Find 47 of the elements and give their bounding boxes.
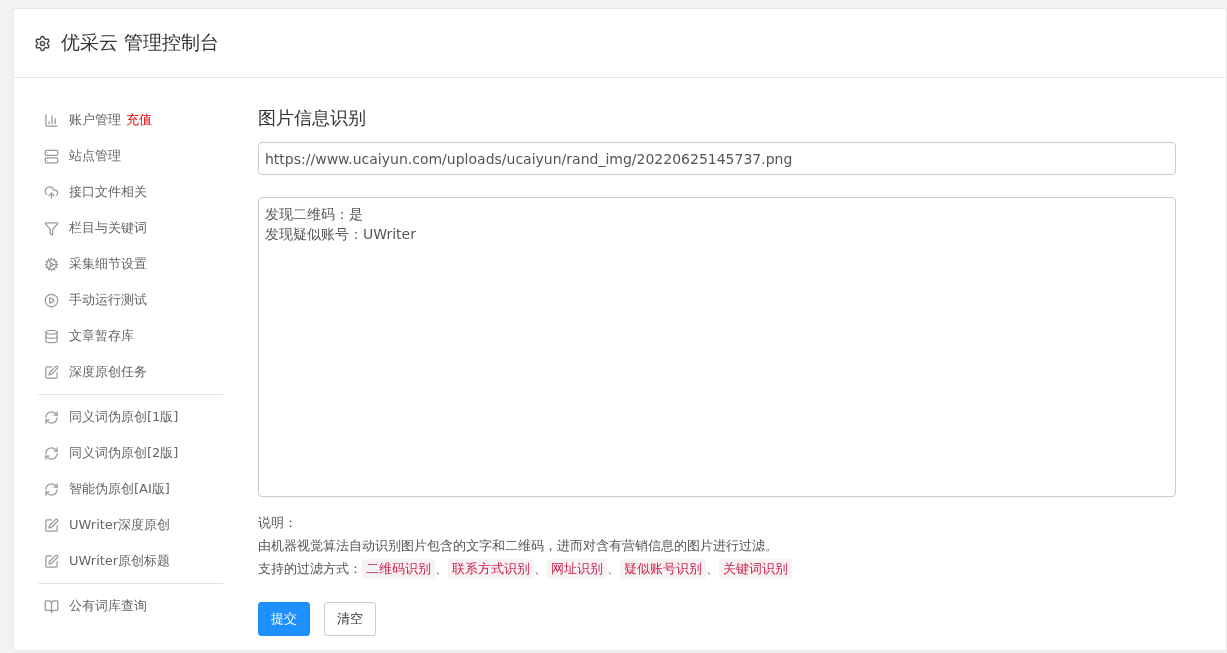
filter-method-tag: 二维码识别	[362, 558, 435, 579]
filter-method-tag: 关键词识别	[719, 558, 792, 579]
refresh-icon	[44, 481, 59, 497]
notes-heading: 说明：	[258, 514, 298, 532]
edit-icon	[44, 364, 59, 380]
cloud-upload-icon	[44, 184, 59, 200]
notes-description: 由机器视觉算法自动识别图片包含的文字和二维码，进而对含有营销信息的图片进行过滤。	[258, 537, 779, 555]
play-icon	[44, 292, 59, 308]
sidebar-item[interactable]: 站点管理	[38, 138, 223, 174]
methods-label: 支持的过滤方式：	[258, 560, 362, 578]
url-input-field[interactable]: https://www.ucaiyun.com/uploads/ucaiyun/rand_img/20220625145737.png	[258, 142, 1176, 175]
console-title: 优采云 管理控制台	[61, 30, 220, 55]
book-icon	[44, 598, 59, 614]
separator-mark: 、	[706, 560, 719, 578]
bar-chart-icon	[44, 112, 59, 128]
section-title: 图片信息识别	[258, 106, 367, 130]
refresh-icon	[44, 445, 59, 461]
sidebar-item[interactable]: UWriter深度原创	[38, 507, 223, 543]
sidebar-item[interactable]: 深度原创任务	[38, 354, 223, 390]
edit-icon	[44, 553, 59, 569]
edit-icon	[44, 517, 59, 533]
sidebar-item[interactable]: 账户管理 充值	[38, 102, 223, 138]
sidebar-item[interactable]: 文章暂存库	[38, 318, 223, 354]
sidebar-item[interactable]: 公有词库查询	[38, 588, 223, 624]
sidebar-item[interactable]: 采集细节设置	[38, 246, 223, 282]
database-icon	[44, 328, 59, 344]
submit-button[interactable]: 提交	[258, 602, 310, 636]
sidebar-item[interactable]: 栏目与关键词	[38, 210, 223, 246]
result-text-area[interactable]: 发现二维码：是 发现疑似账号：UWriter	[258, 197, 1176, 497]
separator-mark: 、	[534, 560, 547, 578]
filter-method-tag: 联系方式识别	[448, 558, 534, 579]
filter-icon	[44, 220, 59, 236]
sidebar-item[interactable]: 同义词伪原创[1版]	[38, 399, 223, 435]
filter-method-tag: 疑似账号识别	[620, 558, 706, 579]
sidebar-item[interactable]: 智能伪原创[AI版]	[38, 471, 223, 507]
separator-mark: 、	[607, 560, 620, 578]
sidebar-item[interactable]: 接口文件相关	[38, 174, 223, 210]
sidebar-item[interactable]: 手动运行测试	[38, 282, 223, 318]
sidebar-item[interactable]: 同义词伪原创[2版]	[38, 435, 223, 471]
gears-icon	[44, 256, 59, 272]
server-icon	[44, 148, 59, 164]
sidebar-item[interactable]: UWriter原创标题	[38, 543, 223, 579]
clear-button[interactable]: 清空	[324, 602, 376, 636]
refresh-icon	[44, 409, 59, 425]
filter-method-tag: 网址识别	[547, 558, 607, 579]
separator-mark: 、	[435, 560, 448, 578]
settings-icon	[34, 34, 51, 52]
